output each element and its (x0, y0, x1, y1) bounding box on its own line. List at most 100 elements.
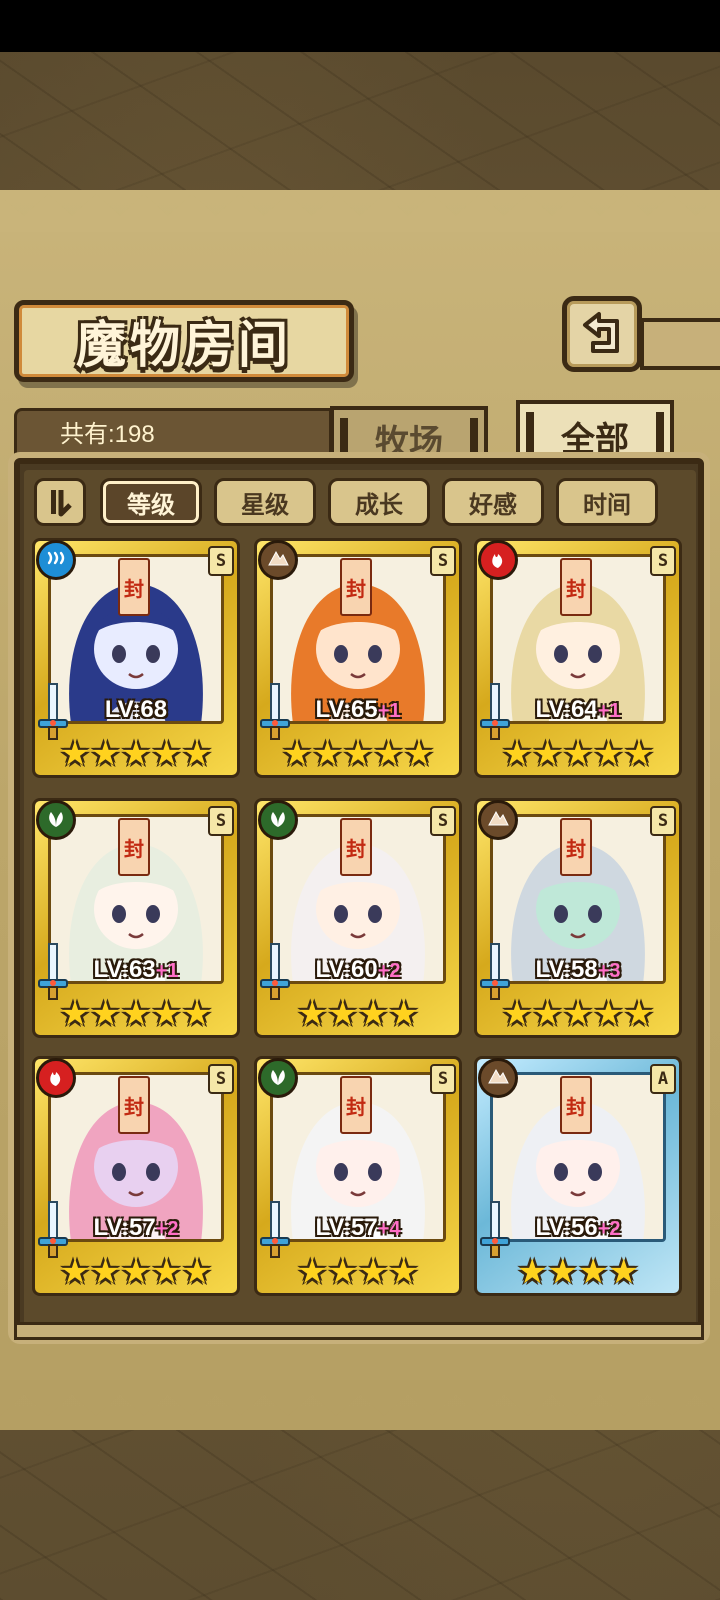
element-badge (478, 800, 518, 840)
star-icon: ★ (181, 994, 213, 1034)
star-icon: ★ (593, 734, 624, 774)
star-rating: ★ ★ ★ ★ (290, 1252, 426, 1292)
level-label: LV:56+2 (474, 1214, 682, 1242)
monster-card[interactable]: A 封 LV:56+2 ★ ★ ★ ★ (474, 1056, 682, 1296)
level-value: LV:65 (315, 696, 378, 723)
star-rating: ★ ★ ★ ★ ★ (282, 734, 434, 774)
star-icon: ★ (532, 994, 563, 1034)
level-bonus: +2 (155, 1218, 179, 1240)
star-icon: ★ (517, 1252, 548, 1292)
tab-edge (340, 418, 348, 460)
level-label: LV:65+1 (254, 696, 462, 724)
mountain-icon (488, 810, 509, 826)
star-icon: ★ (181, 734, 213, 774)
level-label: LV:64+1 (474, 696, 682, 724)
star-icon: ★ (120, 1252, 152, 1292)
level-label: LV:57+4 (254, 1214, 462, 1242)
sort-order-toggle[interactable] (34, 478, 86, 526)
star-icon: ★ (59, 994, 91, 1034)
leaf-icon (49, 812, 63, 827)
sort-direction-icon (51, 490, 72, 517)
seal-talisman: 封 (560, 1076, 592, 1134)
level-value: LV:60 (315, 956, 378, 983)
sort-affection-button[interactable]: 好感 (442, 478, 544, 526)
star-icon: ★ (358, 994, 389, 1034)
star-icon: ★ (403, 734, 435, 774)
rank-badge: S (430, 806, 456, 836)
star-rating: ★ ★ ★ ★ ★ (502, 994, 654, 1034)
rank-badge: A (650, 1064, 676, 1094)
star-icon: ★ (312, 734, 343, 774)
level-label: LV:57+2 (32, 1214, 240, 1242)
level-value: LV:57 (315, 1214, 378, 1241)
monster-card[interactable]: S 封 LV:60+2 ★ ★ ★ ★ (254, 798, 462, 1038)
panel-bottom-strip (14, 1322, 704, 1340)
rank-badge: S (208, 806, 234, 836)
star-rating: ★ ★ ★ ★ (290, 994, 426, 1034)
level-bonus: +2 (377, 960, 401, 982)
level-label: LV:63+1 (32, 956, 240, 984)
star-icon: ★ (297, 1252, 328, 1292)
star-icon: ★ (593, 994, 624, 1034)
sort-level-button[interactable]: 等级 (100, 478, 202, 526)
monster-card[interactable]: S 封 LV:68 ★ ★ ★ ★ ★ (32, 538, 240, 778)
level-label: LV:60+2 (254, 956, 462, 984)
monster-card[interactable]: S 封 LV:65+1 ★ ★ ★ ★ ★ (254, 538, 462, 778)
level-bonus: +2 (597, 1218, 621, 1240)
level-bonus: +1 (597, 700, 621, 722)
back-button[interactable] (562, 296, 642, 372)
monster-card[interactable]: S 封 LV:58+3 ★ ★ ★ ★ ★ (474, 798, 682, 1038)
sort-time-button[interactable]: 时间 (556, 478, 658, 526)
element-badge (478, 1058, 518, 1098)
leaf-icon (271, 812, 285, 827)
element-badge (36, 540, 76, 580)
seal-talisman: 封 (340, 1076, 372, 1134)
monster-card[interactable]: S 封 LV:57+4 ★ ★ ★ ★ (254, 1056, 462, 1296)
level-bonus: +3 (597, 960, 621, 982)
element-badge (258, 540, 298, 580)
star-icon: ★ (358, 1252, 389, 1292)
rank-badge: S (430, 546, 456, 576)
star-icon: ★ (342, 734, 374, 774)
star-icon: ★ (388, 994, 419, 1034)
rank-badge: S (208, 1064, 234, 1094)
rank-badge: S (650, 806, 676, 836)
seal-talisman: 封 (560, 558, 592, 616)
sort-growth-button[interactable]: 成长 (328, 478, 430, 526)
star-icon: ★ (59, 1252, 91, 1292)
rank-badge: S (208, 546, 234, 576)
status-bar (0, 0, 720, 52)
torn-edge-bottom (0, 1380, 720, 1416)
monster-count: 共有:198 (60, 421, 155, 448)
star-icon: ★ (281, 734, 313, 774)
star-rating: ★ ★ ★ ★ ★ (502, 734, 654, 774)
level-bonus: +1 (377, 700, 401, 722)
star-icon: ★ (90, 734, 121, 774)
tab-edge (656, 412, 664, 460)
rank-badge: S (430, 1064, 456, 1094)
star-icon: ★ (578, 1252, 609, 1292)
element-badge (258, 1058, 298, 1098)
star-icon: ★ (90, 994, 121, 1034)
star-icon: ★ (151, 734, 182, 774)
star-icon: ★ (120, 734, 152, 774)
tab-farm-label: 牧场 (375, 422, 443, 463)
level-label: LV:58+3 (474, 956, 682, 984)
star-icon: ★ (181, 1252, 213, 1292)
return-arrow-icon (583, 312, 619, 353)
level-value: LV:58 (535, 956, 598, 983)
element-badge (36, 1058, 76, 1098)
star-icon: ★ (327, 1252, 358, 1292)
star-icon: ★ (297, 994, 328, 1034)
monster-card[interactable]: S 封 LV:57+2 ★ ★ ★ ★ ★ (32, 1056, 240, 1296)
star-icon: ★ (532, 734, 563, 774)
monster-card[interactable]: S 封 LV:64+1 ★ ★ ★ ★ ★ (474, 538, 682, 778)
monster-card[interactable]: S 封 LV:63+1 ★ ★ ★ ★ ★ (32, 798, 240, 1038)
star-icon: ★ (501, 734, 533, 774)
sort-star-button[interactable]: 星级 (214, 478, 316, 526)
star-icon: ★ (388, 1252, 419, 1292)
tab-edge (470, 418, 478, 460)
title-plate: 魔物房间 (14, 300, 354, 382)
tab-all-label: 全部 (561, 419, 629, 460)
level-bonus: +4 (377, 1218, 401, 1240)
